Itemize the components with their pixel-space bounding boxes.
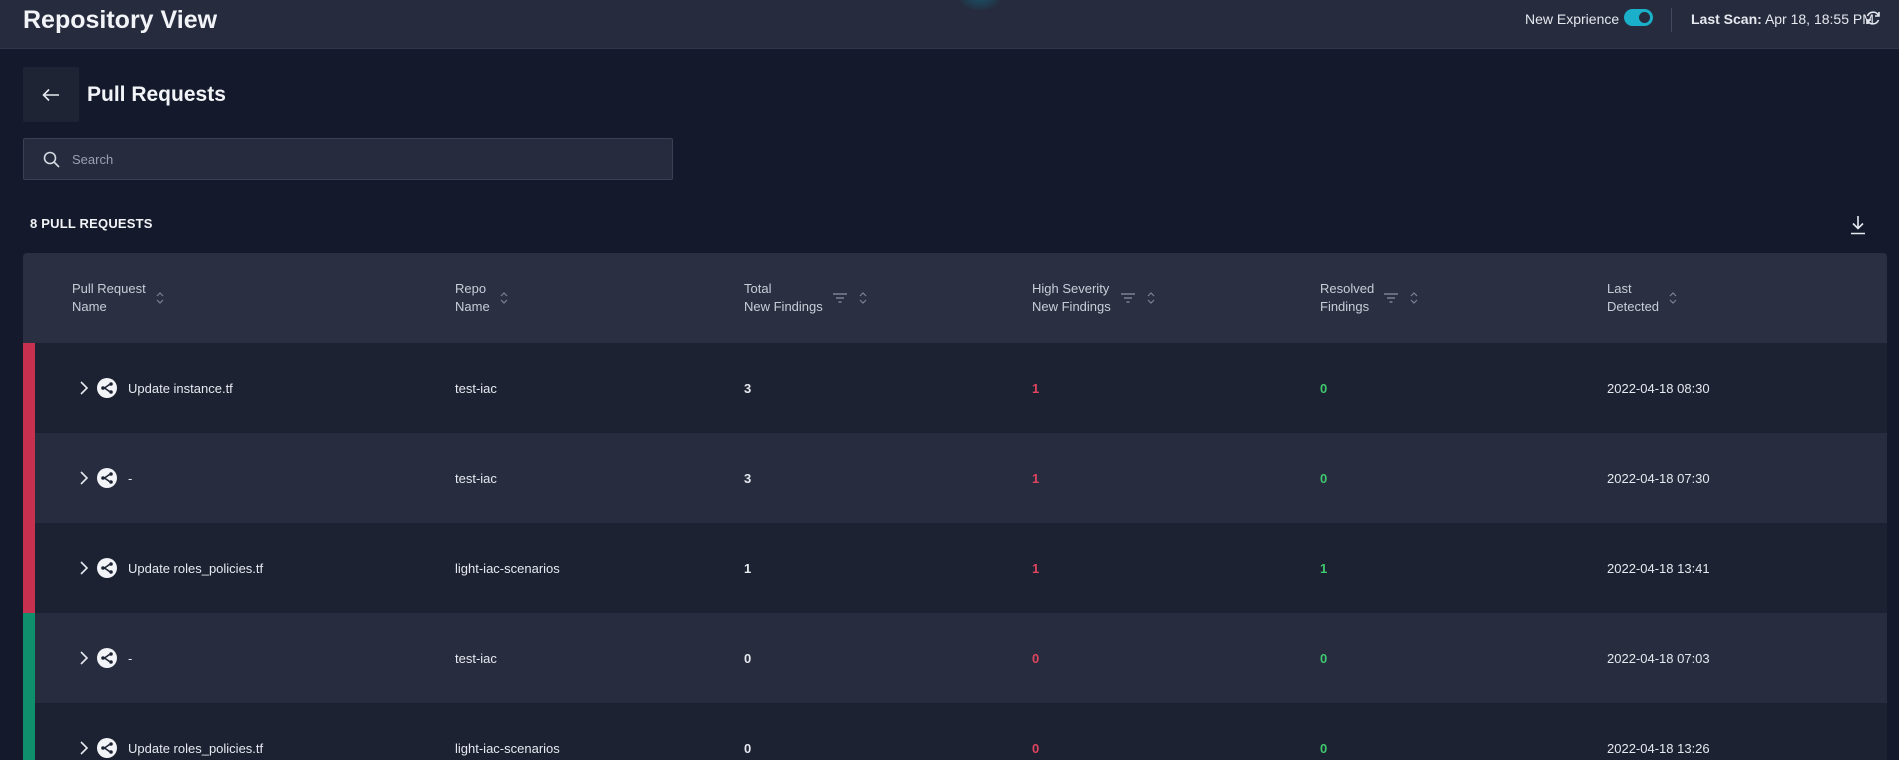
last-detected: 2022-04-18 13:41	[1607, 560, 1710, 576]
sort-icon[interactable]	[500, 291, 508, 305]
chevron-right-icon[interactable]	[77, 740, 91, 756]
repo-name[interactable]: test-iac	[455, 433, 497, 523]
last-scan-value: Apr 18, 18:55 PM	[1764, 11, 1874, 27]
sort-icon[interactable]	[1669, 291, 1677, 305]
column-header-5[interactable]: Last Detected	[1607, 253, 1677, 343]
total-new-findings: 1	[744, 560, 752, 576]
last-detected: 2022-04-18 08:30	[1607, 380, 1710, 396]
chevron-right-icon[interactable]	[77, 380, 91, 396]
search-input[interactable]	[72, 147, 652, 171]
column-header-0[interactable]: Pull Request Name	[72, 253, 164, 343]
toggle-knob	[1639, 12, 1650, 23]
pull-request-name[interactable]: -	[128, 433, 132, 523]
pull-request-count: 8 PULL REQUESTS	[30, 216, 153, 231]
filter-icon[interactable]	[1384, 293, 1399, 303]
column-header-label: Repo Name	[455, 281, 490, 314]
sort-icon[interactable]	[1410, 291, 1418, 305]
last-detected: 2022-04-18 07:03	[1607, 650, 1710, 666]
top-bar: Repository View New Exprience Last Scan:…	[0, 0, 1899, 49]
back-button[interactable]	[23, 67, 79, 122]
sort-icon[interactable]	[156, 291, 164, 305]
sort-icon[interactable]	[1147, 291, 1155, 305]
total-new-findings: 0	[744, 650, 752, 666]
chevron-right-icon[interactable]	[77, 560, 91, 576]
pull-request-icon	[97, 378, 117, 398]
status-stripe	[23, 613, 35, 703]
resolved-findings: 0	[1320, 470, 1328, 486]
filter-icon[interactable]	[832, 293, 847, 303]
last-detected: 2022-04-18 13:26	[1607, 740, 1710, 756]
last-scan-key: Last Scan:	[1691, 11, 1762, 27]
resolved-findings: 0	[1320, 650, 1328, 666]
filter-icon[interactable]	[1120, 293, 1135, 303]
high-severity-findings: 1	[1032, 380, 1040, 396]
total-new-findings: 3	[744, 470, 752, 486]
table-row[interactable]: - test-iac 0 0 0 2022-04-18 07:03	[23, 613, 1887, 703]
status-stripe	[23, 343, 35, 433]
refresh-icon[interactable]	[1864, 9, 1882, 27]
column-header-label: Last Detected	[1607, 281, 1660, 314]
repo-name[interactable]: light-iac-scenarios	[455, 523, 560, 613]
column-header-4[interactable]: Resolved Findings	[1320, 253, 1418, 343]
pull-requests-table: Pull Request Name Repo Name Total New Find…	[23, 253, 1887, 760]
status-stripe	[23, 703, 35, 760]
chevron-right-icon[interactable]	[77, 470, 91, 486]
sort-icon[interactable]	[859, 291, 867, 305]
last-scan: Last Scan: Apr 18, 18:55 PM	[1691, 11, 1874, 27]
column-header-1[interactable]: Repo Name	[455, 253, 508, 343]
resolved-findings: 0	[1320, 380, 1328, 396]
pull-request-name[interactable]: Update roles_policies.tf	[128, 523, 263, 613]
column-header-label: Pull Request Name	[72, 281, 146, 314]
repo-name[interactable]: test-iac	[455, 613, 497, 703]
table-row[interactable]: Update roles_policies.tf light-iac-scenar…	[23, 523, 1887, 613]
chevron-right-icon[interactable]	[77, 650, 91, 666]
high-severity-findings: 0	[1032, 740, 1040, 756]
table-row[interactable]: Update instance.tf test-iac 3 1 0 2022-04-18 …	[23, 343, 1887, 433]
status-stripe	[23, 523, 35, 613]
pull-request-icon	[97, 738, 117, 758]
resolved-findings: 0	[1320, 740, 1328, 756]
pull-request-icon	[97, 648, 117, 668]
high-severity-findings: 0	[1032, 650, 1040, 666]
page-title: Pull Requests	[87, 83, 226, 106]
high-severity-findings: 1	[1032, 560, 1040, 576]
new-experience-toggle[interactable]	[1624, 9, 1653, 26]
resolved-findings: 1	[1320, 560, 1328, 576]
divider	[1671, 8, 1672, 32]
table-header: Pull Request Name Repo Name Total New Find…	[23, 253, 1887, 343]
pull-request-name[interactable]: Update roles_policies.tf	[128, 703, 263, 760]
column-header-3[interactable]: High Severity New Findings	[1032, 253, 1155, 343]
pull-request-name[interactable]: -	[128, 613, 132, 703]
decorative-glow	[950, 0, 1010, 10]
total-new-findings: 3	[744, 380, 752, 396]
total-new-findings: 0	[744, 740, 752, 756]
search-box[interactable]	[23, 138, 673, 180]
pull-request-icon	[97, 468, 117, 488]
app-title: Repository View	[23, 6, 218, 34]
table-row[interactable]: - test-iac 3 1 0 2022-04-18 07:30	[23, 433, 1887, 523]
column-header-label: Total New Findings	[744, 281, 823, 314]
column-header-2[interactable]: Total New Findings	[744, 253, 867, 343]
repo-name[interactable]: test-iac	[455, 343, 497, 433]
repo-name[interactable]: light-iac-scenarios	[455, 703, 560, 760]
last-detected: 2022-04-18 07:30	[1607, 470, 1710, 486]
search-icon	[43, 151, 60, 168]
pull-request-icon	[97, 558, 117, 578]
new-experience-label: New Exprience	[1525, 11, 1620, 27]
column-header-label: Resolved Findings	[1320, 281, 1375, 314]
high-severity-findings: 1	[1032, 470, 1040, 486]
pull-request-name[interactable]: Update instance.tf	[128, 343, 233, 433]
column-header-label: High Severity New Findings	[1032, 281, 1111, 314]
table-row[interactable]: Update roles_policies.tf light-iac-scenar…	[23, 703, 1887, 760]
status-stripe	[23, 433, 35, 523]
arrow-left-icon	[42, 88, 59, 101]
download-icon[interactable]	[1849, 215, 1867, 235]
